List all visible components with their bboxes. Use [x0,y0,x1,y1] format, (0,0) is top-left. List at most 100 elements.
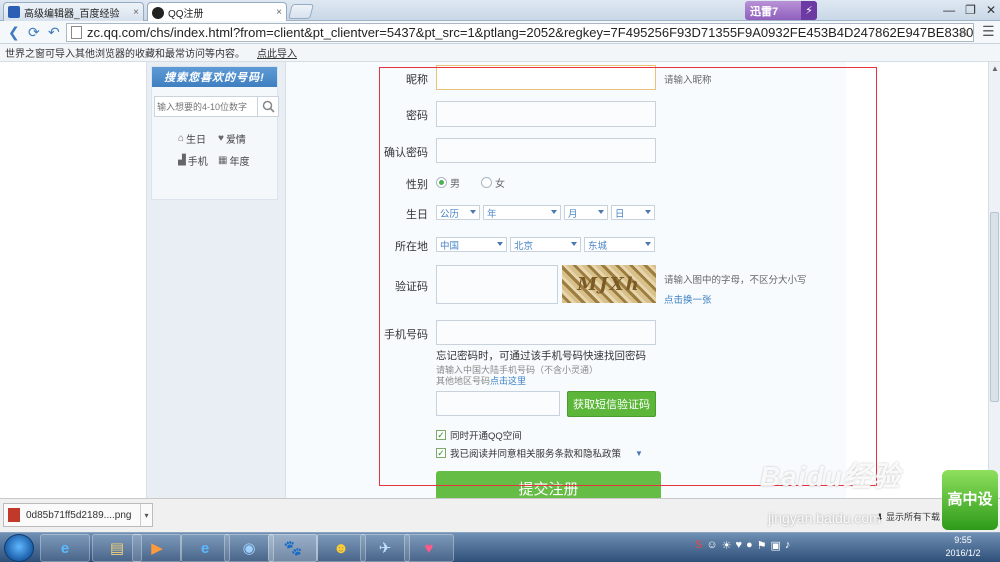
import-link[interactable]: 点此导入 [257,45,297,60]
address-bar[interactable]: zc.qq.com/chs/index.html?from=client&pt_… [66,23,974,42]
password-input[interactable] [436,101,656,127]
calendar-type-select[interactable]: 公历 [436,205,480,220]
tab-baidu-jingyan[interactable]: 高级编辑器_百度经验 × [3,2,144,21]
filter-year[interactable]: ▦ 年度 [218,153,249,168]
tray-sogou-icon[interactable]: S [695,539,702,552]
year-select[interactable]: 年 [483,205,561,220]
submit-register-button[interactable]: 提交注册 [436,471,661,498]
filter-birthday[interactable]: ⌂ 生日 [178,131,206,146]
close-tab-icon[interactable]: × [276,7,282,18]
tray-network-icon[interactable]: ▣ [771,539,781,552]
tray-heart-icon[interactable]: ♥ [735,539,742,552]
taskbar-clock[interactable]: 9:55 2016/1/2 [938,534,988,560]
new-tab-button[interactable] [287,4,315,19]
sms-code-input[interactable] [436,391,560,416]
clock-date: 2016/1/2 [945,548,981,558]
download-menu-icon[interactable]: ▾ [140,504,152,526]
dropdown-arrow-icon [571,242,577,246]
tab-label: 高级编辑器_百度经验 [24,8,120,20]
page-icon [71,26,82,39]
search-button[interactable] [258,96,279,117]
minimize-icon[interactable]: — [943,3,955,17]
tray-smile-icon[interactable]: ☺ [706,539,717,552]
taskbar-plane-icon[interactable]: ✈ [360,534,410,562]
nickname-hint: 请输入昵称 [664,75,712,86]
taskbar-ie-icon[interactable]: e [40,534,90,562]
checkbox-label: 同时开通QQ空间 [450,431,522,442]
expand-terms-icon[interactable]: ▼ [635,449,643,458]
phone-input[interactable] [436,320,656,345]
tray-volume-icon[interactable]: ♪ [785,539,791,552]
search-banner: 搜索您喜欢的号码! [152,67,277,87]
phone-label: 手机号码 [384,329,428,341]
month-select[interactable]: 月 [564,205,608,220]
refresh-icon[interactable]: ⟳ [28,24,40,41]
agree-terms-checkbox[interactable]: ✓ 我已阅读并同意相关服务条款和隐私政策 ▼ [436,446,643,460]
select-value: 月 [568,208,578,220]
gender-label: 性别 [406,179,428,191]
scroll-thumb[interactable] [990,212,999,402]
undo-icon[interactable]: ↶ [48,24,60,41]
search-row [154,96,279,117]
taskbar-paint-icon[interactable]: ☻ [316,534,366,562]
tab-label: QQ注册 [168,9,204,20]
confirm-password-input[interactable] [436,138,656,163]
day-select[interactable]: 日 [611,205,655,220]
tab-qq-register[interactable]: QQ注册 × [147,2,287,22]
confirm-password-label: 确认密码 [384,147,428,159]
scroll-up-icon[interactable]: ▲ [991,64,999,73]
close-tab-icon[interactable]: × [133,7,139,18]
baidu-watermark: Baidu经验 [760,461,901,492]
start-button[interactable] [4,534,34,562]
taskbar-ie2-icon[interactable]: e [180,534,230,562]
phone-other-link[interactable]: 点击这里 [490,376,526,386]
xunlei-download-button[interactable]: 迅雷7 ⚡ [745,1,817,20]
url-text: zc.qq.com/chs/index.html?from=client&pt_… [87,25,974,40]
baidu-watermark-url: jingyan.baidu.com [768,510,881,526]
download-item[interactable]: 0d85b71ff5d2189....png ▾ [3,503,153,527]
tray-weather-icon[interactable]: ☀ [722,539,732,552]
back-icon[interactable]: ❮ [8,24,20,41]
dropdown-arrow-icon [497,242,503,246]
filter-label: 生日 [186,135,207,146]
province-select[interactable]: 北京 [510,237,581,252]
taskbar-media-icon[interactable]: ▶ [132,534,182,562]
country-select[interactable]: 中国 [436,237,507,252]
nickname-input[interactable] [436,65,656,90]
radio-selected-icon [436,177,447,188]
captcha-refresh-link[interactable]: 点击换一张 [664,292,712,306]
vertical-scrollbar[interactable]: ▲ ▼ [988,62,1000,498]
select-value: 中国 [440,240,460,252]
qzone-checkbox[interactable]: ✓ 同时开通QQ空间 [436,428,522,442]
show-all-label: 显示所有下载 [886,512,941,522]
gender-male-radio[interactable]: 男 [436,175,460,190]
baidu-favicon-icon [8,6,20,18]
menu-icon[interactable]: ☰ [982,23,995,40]
captcha-input[interactable] [436,265,558,304]
gender-female-radio[interactable]: 女 [481,175,505,190]
filter-label: 爱情 [225,135,246,146]
tray-qq-icon[interactable]: ● [746,539,753,552]
taskbar-baidu-browser-icon[interactable]: 🐾 [268,534,318,562]
windows-taskbar: e ▤ ▶ e ◉ 🐾 ☻ ✈ ♥ S ☺ ☀ ♥ ● ⚑ ▣ ♪ 9:55 2… [0,532,1000,562]
search-card: 搜索您喜欢的号码! ⌂生日 ♥爱情 ▟手机 ▦年度 [151,66,279,200]
number-search-input[interactable] [154,96,258,117]
filter-love[interactable]: ♥ 爱情 [218,131,246,146]
image-file-icon [8,508,20,522]
tray-flag-icon[interactable]: ⚑ [757,539,767,552]
checkbox-label: 我已阅读并同意相关服务条款和隐私政策 [450,449,622,460]
taskbar-globe-icon[interactable]: ◉ [224,534,274,562]
bookmark-star-icon[interactable]: ☆ [958,24,970,40]
dropdown-arrow-icon [598,210,604,214]
checkmark-icon: ✓ [436,448,446,458]
maximize-icon[interactable]: ❐ [965,3,976,17]
get-sms-code-button[interactable]: 获取短信验证码 [567,391,656,417]
corner-badge: 高中设 [942,470,998,530]
captcha-image[interactable]: MJXh [562,265,656,303]
filter-phone[interactable]: ▟ 手机 [178,153,208,168]
clock-time: 9:55 [954,535,972,545]
taskbar-heart-icon[interactable]: ♥ [404,534,454,562]
calendar-icon: ▦ [218,155,228,166]
city-select[interactable]: 东城 [584,237,655,252]
close-window-icon[interactable]: ✕ [986,3,996,17]
